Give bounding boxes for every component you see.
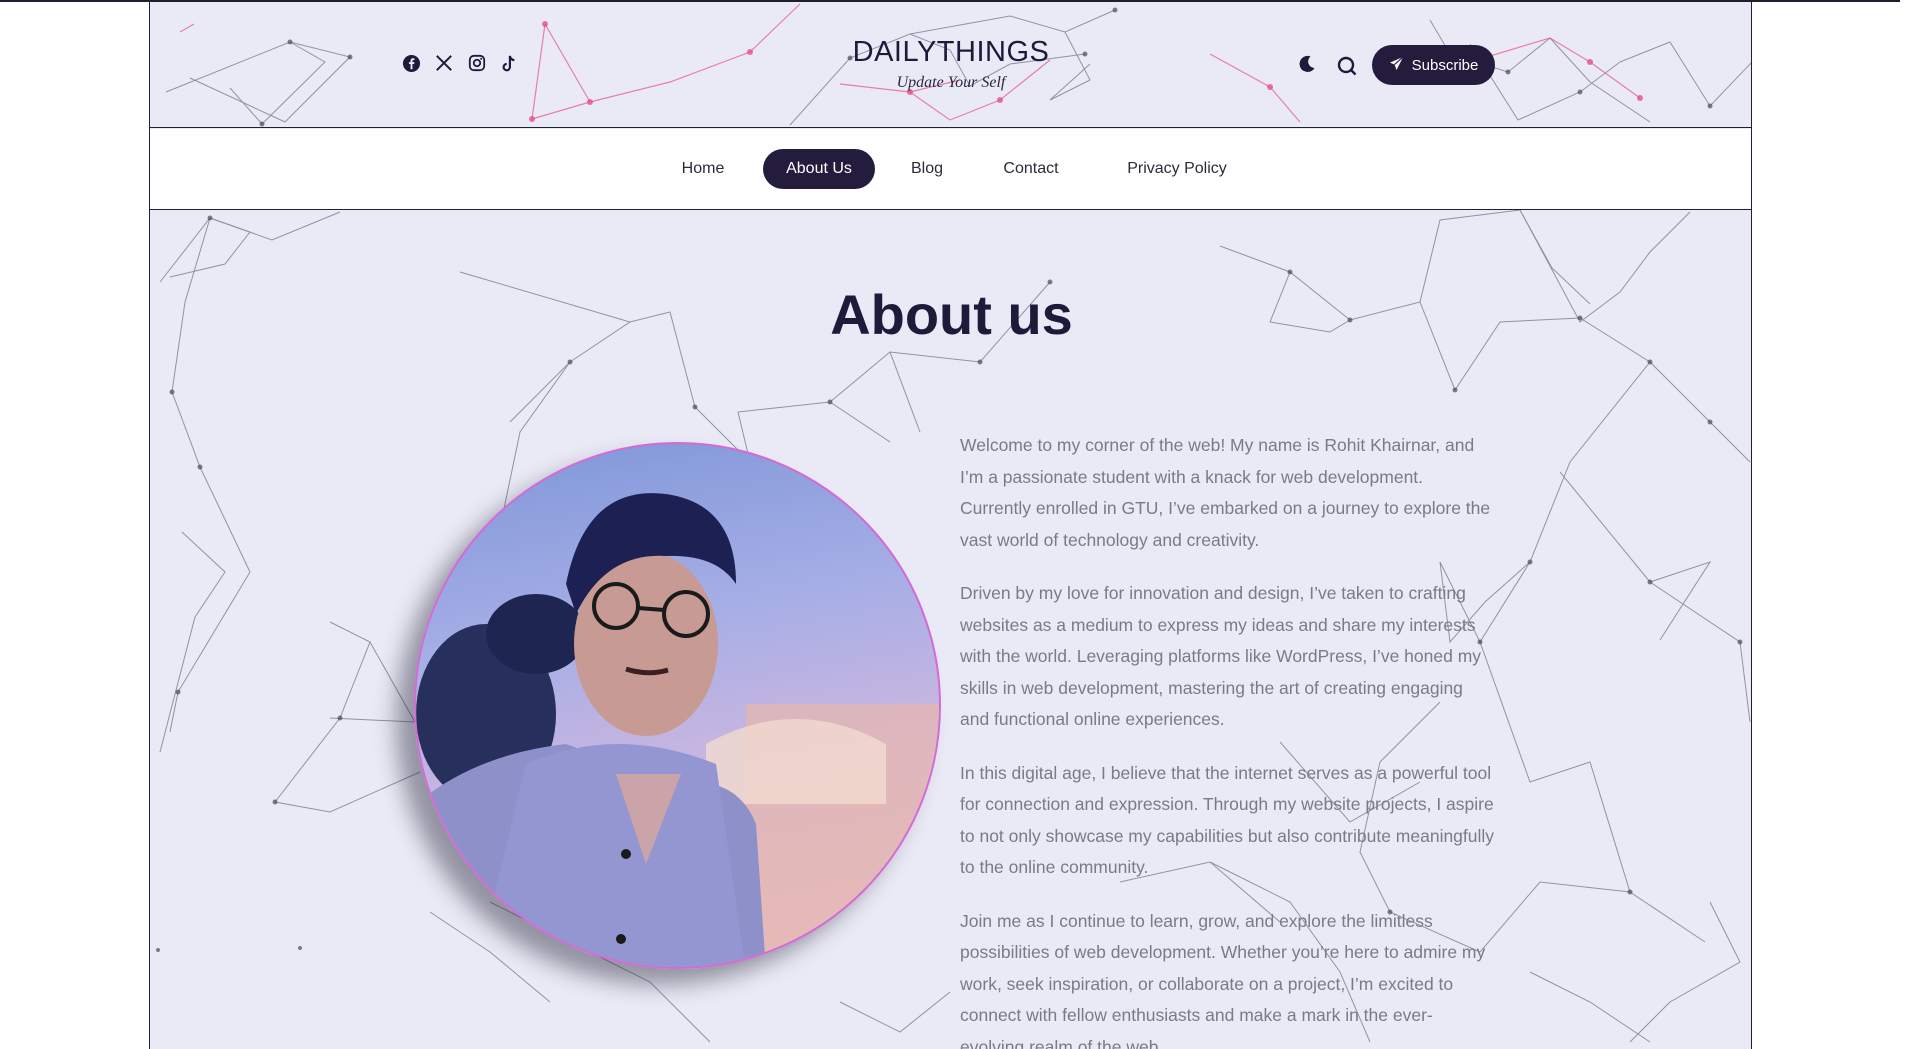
subscribe-label: Subscribe: [1411, 56, 1479, 74]
about-paragraph: In this digital age, I believe that the …: [960, 762, 1495, 878]
site-tagline: Update Your Self: [896, 74, 1006, 91]
moon-icon[interactable]: [1297, 54, 1317, 74]
page-frame: DAILYTHINGS Update Your Self Subscribe H…: [149, 2, 1752, 1049]
about-paragraph: Welcome to my corner of the web! My name…: [960, 435, 1491, 550]
subscribe-button[interactable]: Subscribe: [1372, 45, 1495, 85]
nav-item-privacy-policy[interactable]: Privacy Policy: [1102, 149, 1252, 189]
about-paragraph: Join me as I continue to learn, grow, an…: [960, 910, 1486, 1049]
site-header: DAILYTHINGS Update Your Self Subscribe: [150, 2, 1751, 128]
nav-item-home[interactable]: Home: [665, 149, 741, 189]
main-nav: Home About Us Blog Contact Privacy Polic…: [150, 129, 1751, 210]
search-icon[interactable]: [1336, 55, 1358, 77]
nav-item-contact[interactable]: Contact: [981, 149, 1081, 189]
tiktok-icon[interactable]: [500, 54, 518, 78]
site-title[interactable]: DAILYTHINGS: [801, 36, 1101, 69]
about-content: Welcome to my corner of the web! My name…: [960, 430, 1495, 1049]
nav-item-about-us[interactable]: About Us: [763, 149, 875, 189]
nav-item-blog[interactable]: Blog: [895, 149, 959, 189]
paper-plane-icon: [1389, 56, 1404, 75]
profile-photo: [414, 442, 941, 969]
page-title: About us: [830, 283, 1073, 346]
facebook-icon[interactable]: [402, 54, 421, 77]
x-icon[interactable]: [435, 54, 453, 76]
instagram-icon[interactable]: [468, 54, 486, 76]
brand[interactable]: DAILYTHINGS Update Your Self: [801, 36, 1101, 92]
about-paragraph: Driven by my love for innovation and des…: [960, 583, 1482, 729]
